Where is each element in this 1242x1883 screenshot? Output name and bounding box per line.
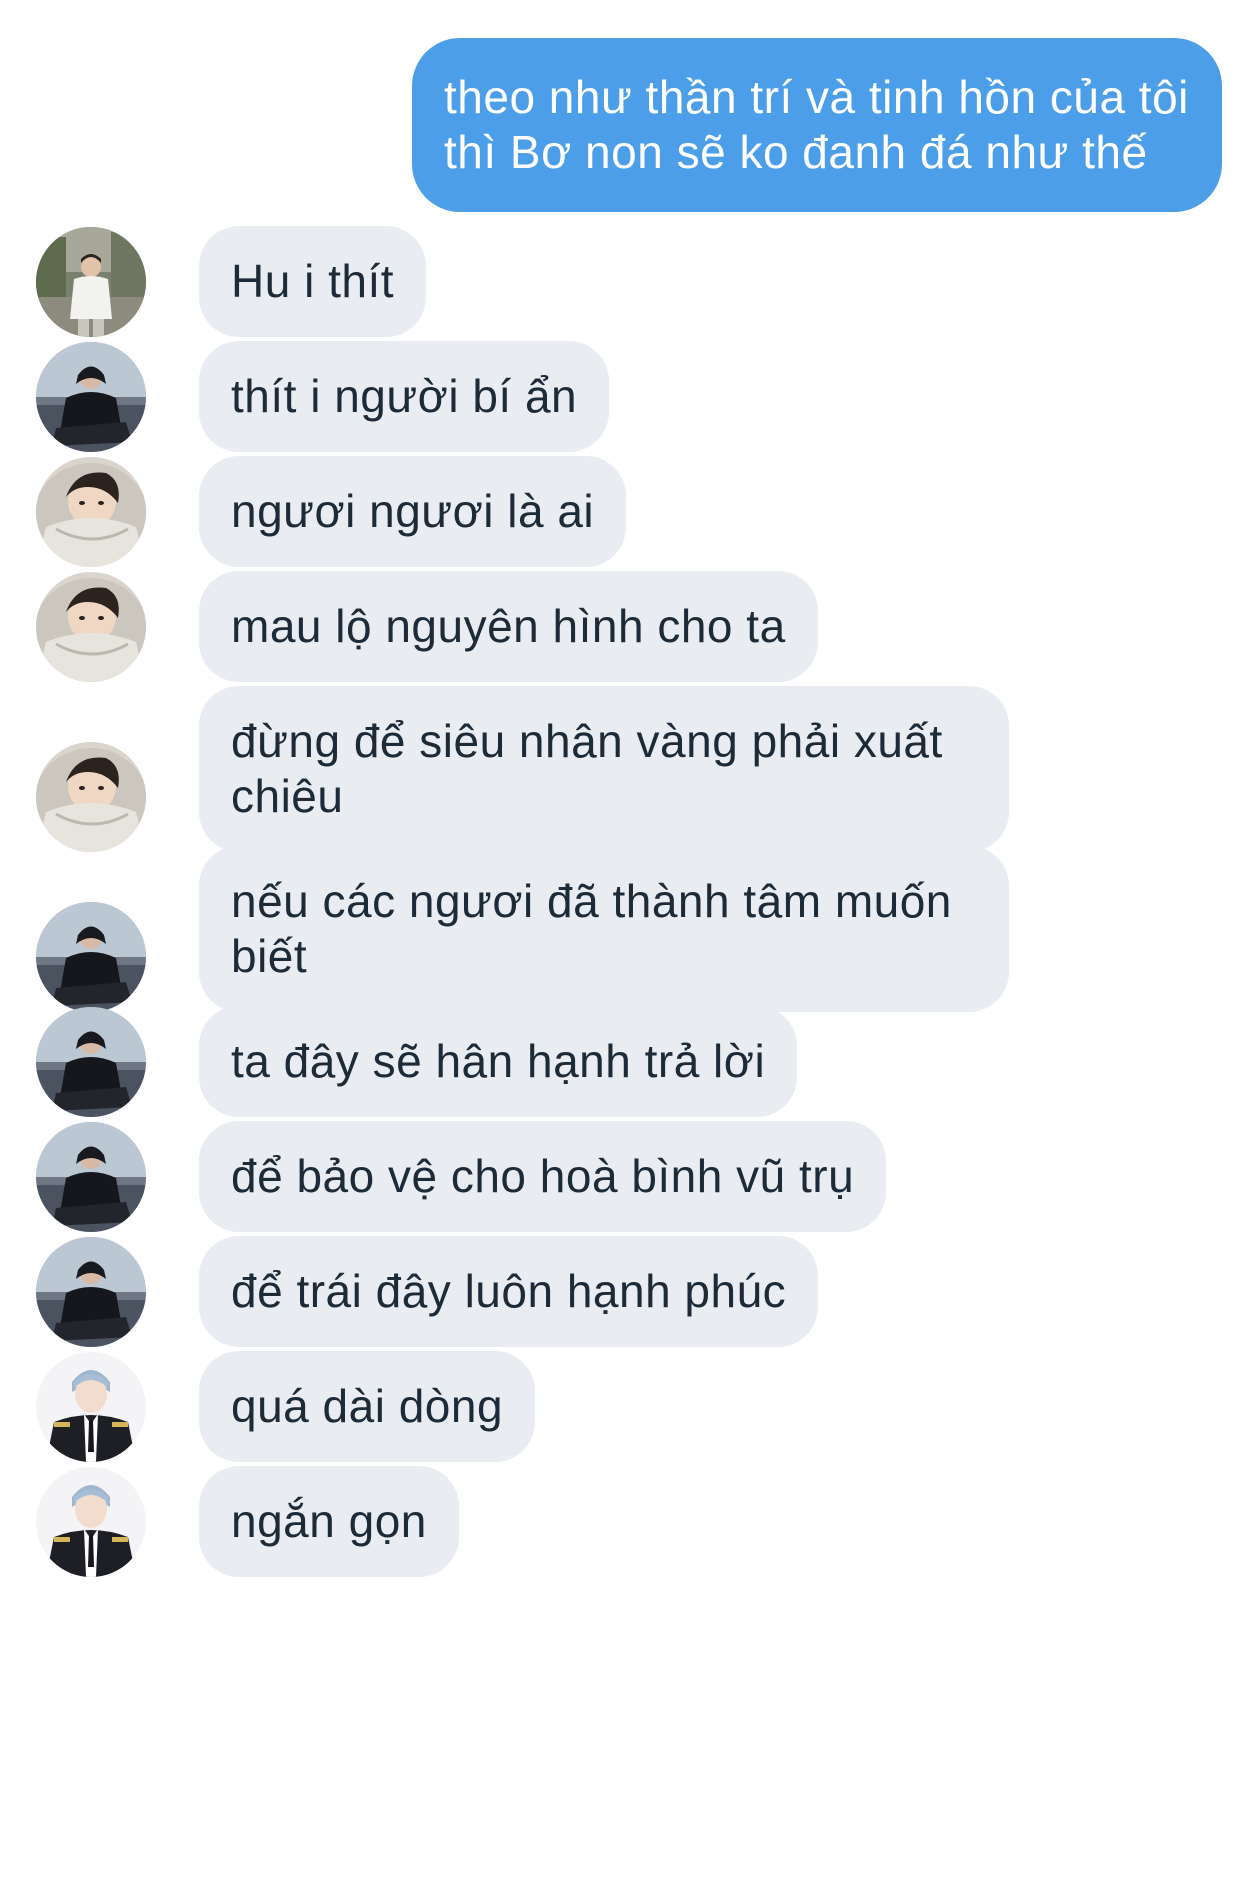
incoming-message-row: ngắn gọn xyxy=(36,1466,459,1577)
person-dark-jacket-avatar[interactable] xyxy=(36,902,146,1012)
incoming-message-row: ta đây sẽ hân hạnh trả lời xyxy=(36,1006,798,1117)
person-hood-avatar[interactable] xyxy=(36,742,146,852)
incoming-message-bubble[interactable]: để trái đây luôn hạnh phúc xyxy=(199,1236,819,1347)
incoming-message-row: ngươi ngươi là ai xyxy=(36,456,627,567)
incoming-message-bubble[interactable]: thít i người bí ẩn xyxy=(199,341,610,452)
incoming-message-row: để trái đây luôn hạnh phúc xyxy=(36,1236,819,1347)
incoming-message-bubble[interactable]: ngắn gọn xyxy=(199,1466,459,1577)
incoming-message-row: đừng để siêu nhân vàng phải xuất chiêu xyxy=(36,686,1009,852)
person-uniform-avatar[interactable] xyxy=(36,1352,146,1462)
person-dark-jacket-avatar[interactable] xyxy=(36,1237,146,1347)
incoming-message-bubble[interactable]: Hu i thít xyxy=(199,226,427,337)
outgoing-message-row: theo như thần trí và tinh hồn của tôi th… xyxy=(412,38,1222,212)
incoming-message-bubble[interactable]: để bảo vệ cho hoà bình vũ trụ xyxy=(199,1121,887,1232)
person-dark-jacket-avatar[interactable] xyxy=(36,1007,146,1117)
incoming-message-bubble[interactable]: ngươi ngươi là ai xyxy=(199,456,627,567)
incoming-message-bubble[interactable]: nếu các ngươi đã thành tâm muốn biết xyxy=(199,846,1009,1012)
chat-thread: theo như thần trí và tinh hồn của tôi th… xyxy=(0,0,1242,1883)
person-dark-jacket-avatar[interactable] xyxy=(36,342,146,452)
incoming-message-row: để bảo vệ cho hoà bình vũ trụ xyxy=(36,1121,887,1232)
incoming-message-row: Hu i thít xyxy=(36,226,427,337)
incoming-message-row: quá dài dòng xyxy=(36,1351,536,1462)
incoming-message-bubble[interactable]: đừng để siêu nhân vàng phải xuất chiêu xyxy=(199,686,1009,852)
outgoing-message-bubble[interactable]: theo như thần trí và tinh hồn của tôi th… xyxy=(412,38,1222,212)
person-hood-avatar[interactable] xyxy=(36,572,146,682)
person-uniform-avatar[interactable] xyxy=(36,1467,146,1577)
incoming-message-bubble[interactable]: ta đây sẽ hân hạnh trả lời xyxy=(199,1006,798,1117)
person-outdoor-avatar[interactable] xyxy=(36,227,146,337)
incoming-message-row: nếu các ngươi đã thành tâm muốn biết xyxy=(36,846,1009,1012)
person-dark-jacket-avatar[interactable] xyxy=(36,1122,146,1232)
incoming-message-bubble[interactable]: mau lộ nguyên hình cho ta xyxy=(199,571,818,682)
incoming-message-row: thít i người bí ẩn xyxy=(36,341,610,452)
person-hood-avatar[interactable] xyxy=(36,457,146,567)
incoming-message-row: mau lộ nguyên hình cho ta xyxy=(36,571,818,682)
incoming-message-bubble[interactable]: quá dài dòng xyxy=(199,1351,536,1462)
